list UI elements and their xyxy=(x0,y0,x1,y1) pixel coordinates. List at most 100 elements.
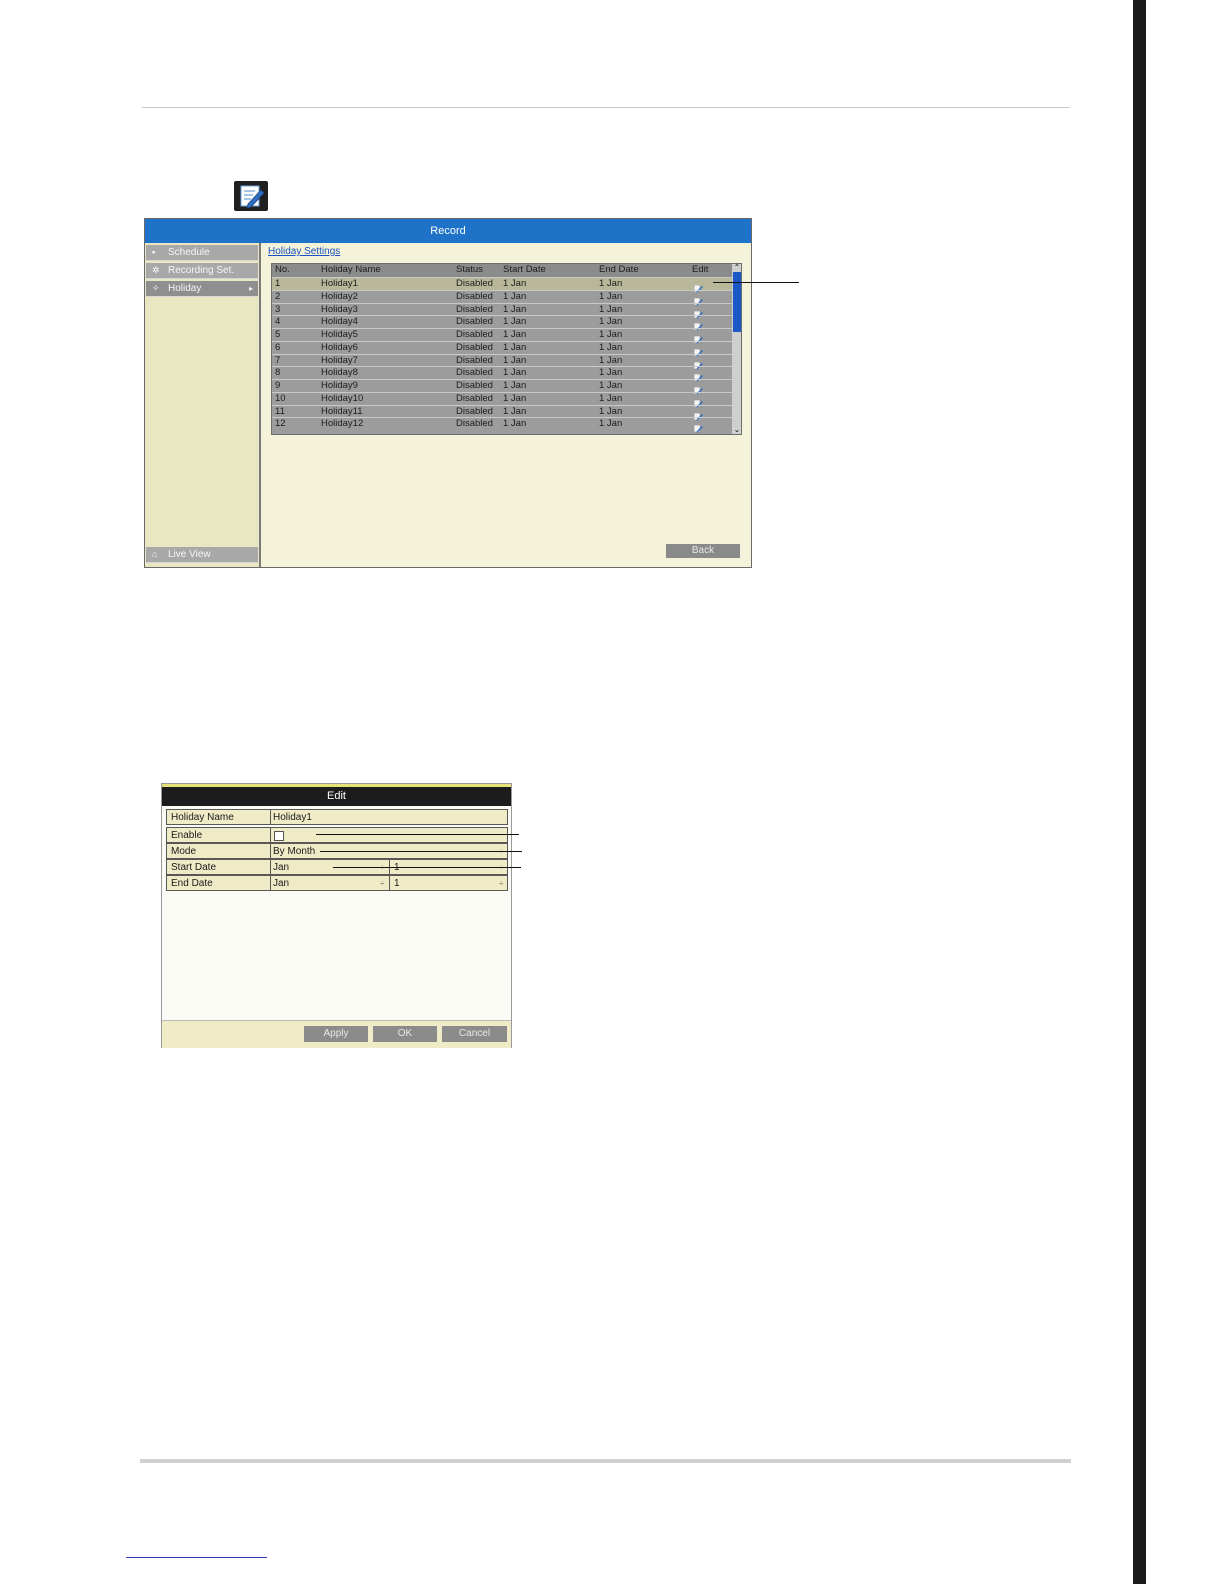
cell-end: 1 Jan xyxy=(599,290,623,302)
cell-no: 9 xyxy=(275,380,281,391)
table-row[interactable]: 11 Holiday11 Disabled 1 Jan 1 Jan xyxy=(272,404,732,420)
gear-icon: ✲ xyxy=(152,265,160,275)
cancel-button[interactable]: Cancel xyxy=(442,1026,507,1042)
cell-no: 10 xyxy=(275,392,286,404)
cell-status: Disabled xyxy=(456,278,493,289)
cell-name: Holiday3 xyxy=(321,303,358,315)
footer-link-underline xyxy=(126,1557,267,1558)
table-row[interactable]: 4 Holiday4 Disabled 1 Jan 1 Jan xyxy=(272,315,732,331)
mode-label: Mode xyxy=(171,846,197,857)
sidebar-item-label: Recording Set. xyxy=(168,265,235,276)
cell-status: Disabled xyxy=(456,329,493,340)
cell-name: Holiday2 xyxy=(321,290,358,302)
field-divider xyxy=(270,810,271,824)
field-divider xyxy=(270,844,271,858)
cell-name: Holiday4 xyxy=(321,316,358,328)
cell-status: Disabled xyxy=(456,316,493,328)
edit-pencil-icon[interactable] xyxy=(693,344,703,357)
cell-end: 1 Jan xyxy=(599,367,623,379)
callout-line-edit xyxy=(713,282,799,283)
table-row[interactable]: 6 Holiday6 Disabled 1 Jan 1 Jan xyxy=(272,340,732,357)
end-day-select[interactable]: 1 xyxy=(394,876,400,891)
holiday-name-input[interactable]: Holiday1 xyxy=(273,810,312,825)
edit-pencil-icon[interactable] xyxy=(693,420,703,433)
column-header-status: Status xyxy=(456,264,483,275)
callout-line-enable xyxy=(316,834,519,835)
edit-pencil-icon[interactable] xyxy=(693,318,703,331)
cell-end: 1 Jan xyxy=(599,303,623,315)
cell-name: Holiday8 xyxy=(321,367,358,379)
edit-pencil-icon[interactable] xyxy=(693,357,703,369)
section-title[interactable]: Holiday Settings xyxy=(268,246,340,257)
cell-name: Holiday5 xyxy=(321,329,358,340)
enable-checkbox[interactable] xyxy=(274,831,284,841)
record-window: Record ▪ Schedule ✲ Recording Set. ✧ Holiday ▸… xyxy=(144,218,752,568)
table-row[interactable]: 5 Holiday5 Disabled 1 Jan 1 Jan xyxy=(272,328,732,344)
column-header-name: Holiday Name xyxy=(321,264,381,275)
cell-no: 3 xyxy=(275,303,281,315)
holiday-name-row: Holiday Name Holiday1 xyxy=(166,809,508,825)
table-row[interactable]: 10 Holiday10 Disabled 1 Jan 1 Jan xyxy=(272,391,732,408)
table-row[interactable]: 1 Holiday1 Disabled 1 Jan 1 Jan xyxy=(272,277,732,293)
cell-no: 7 xyxy=(275,354,281,366)
column-header-end-date: End Date xyxy=(599,264,639,275)
cell-start: 1 Jan xyxy=(503,316,527,328)
edit-pencil-icon[interactable] xyxy=(693,306,703,318)
holiday-name-label: Holiday Name xyxy=(171,812,234,823)
table-row[interactable]: 2 Holiday2 Disabled 1 Jan 1 Jan xyxy=(272,289,732,306)
sidebar-item-label: Live View xyxy=(168,549,211,560)
cell-start: 1 Jan xyxy=(503,367,527,379)
table-row[interactable]: 9 Holiday9 Disabled 1 Jan 1 Jan xyxy=(272,379,732,395)
sidebar-item-holiday[interactable]: ✧ Holiday ▸ xyxy=(146,281,258,297)
cell-name: Holiday11 xyxy=(321,405,363,417)
table-row[interactable]: 8 Holiday8 Disabled 1 Jan 1 Jan xyxy=(272,366,732,382)
apply-button[interactable]: Apply xyxy=(304,1026,368,1042)
table-row[interactable]: 3 Holiday3 Disabled 1 Jan 1 Jan xyxy=(272,302,732,318)
edit-pencil-icon[interactable] xyxy=(693,293,703,306)
back-button[interactable]: Back xyxy=(666,544,740,558)
cell-start: 1 Jan xyxy=(503,405,527,417)
cell-name: Holiday10 xyxy=(321,392,364,404)
table-row[interactable]: 7 Holiday7 Disabled 1 Jan 1 Jan xyxy=(272,353,732,369)
cell-status: Disabled xyxy=(456,290,493,302)
cell-status: Disabled xyxy=(456,418,493,430)
end-day-dropdown-icon[interactable]: ÷ xyxy=(499,876,503,891)
record-main-panel: Holiday Settings No. Holiday Name Status… xyxy=(263,243,751,567)
sidebar-item-schedule[interactable]: ▪ Schedule xyxy=(146,245,258,261)
end-month-dropdown-icon[interactable]: ÷ xyxy=(380,876,384,891)
sidebar-item-recording-set[interactable]: ✲ Recording Set. xyxy=(146,263,258,279)
field-divider xyxy=(270,860,271,874)
cell-no: 1 xyxy=(275,278,281,289)
scroll-up-icon[interactable]: ⌃ xyxy=(732,264,741,272)
cell-no: 11 xyxy=(275,405,285,417)
end-month-select[interactable]: Jan xyxy=(273,876,289,891)
table-row[interactable]: 12 Holiday12 Disabled 1 Jan 1 Jan xyxy=(272,417,732,433)
start-month-select[interactable]: Jan xyxy=(273,860,289,875)
cell-start: 1 Jan xyxy=(503,278,527,289)
callout-line-start-date xyxy=(333,867,521,868)
cell-status: Disabled xyxy=(456,405,493,417)
home-icon: ⌂ xyxy=(152,549,158,559)
chevron-right-icon: ▸ xyxy=(248,284,253,293)
edit-pencil-icon[interactable] xyxy=(693,280,703,293)
start-date-label: Start Date xyxy=(171,862,217,873)
cell-no: 2 xyxy=(275,290,281,302)
footer-rule xyxy=(140,1459,1071,1463)
scroll-down-icon[interactable]: ⌄ xyxy=(732,426,741,434)
mode-select[interactable]: By Month xyxy=(273,844,315,859)
cell-end: 1 Jan xyxy=(599,329,623,340)
table-scrollbar[interactable]: ⌃ ⌄ xyxy=(732,264,741,434)
cell-start: 1 Jan xyxy=(503,303,527,315)
cell-status: Disabled xyxy=(456,341,493,353)
edit-pencil-icon[interactable] xyxy=(693,382,703,395)
scroll-thumb[interactable] xyxy=(733,272,741,332)
field-divider xyxy=(389,876,390,890)
sidebar-item-live-view[interactable]: ⌂ Live View xyxy=(146,547,258,563)
cell-status: Disabled xyxy=(456,303,493,315)
field-divider xyxy=(270,828,271,842)
edit-pencil-icon[interactable] xyxy=(693,369,703,382)
ok-button[interactable]: OK xyxy=(373,1026,437,1042)
edit-pencil-icon[interactable] xyxy=(693,408,703,420)
edit-pencil-icon[interactable] xyxy=(693,331,703,344)
edit-pencil-icon[interactable] xyxy=(693,395,703,408)
